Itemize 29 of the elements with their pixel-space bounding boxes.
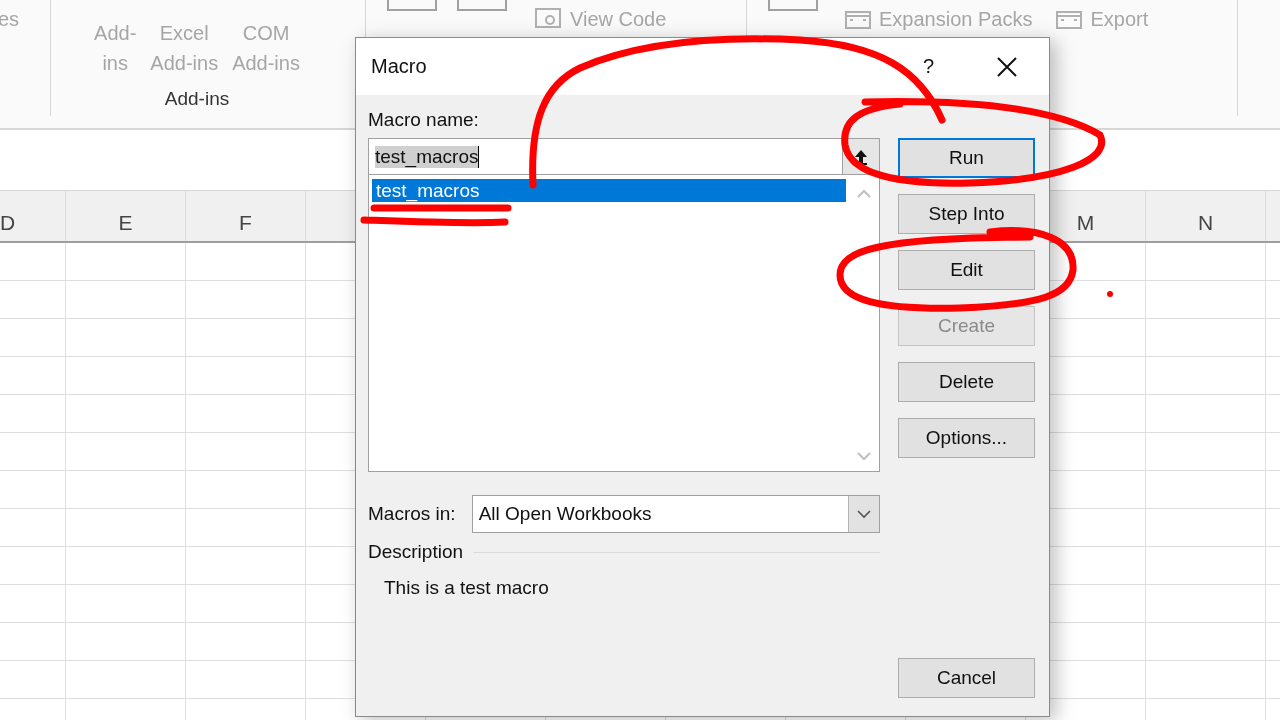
column-header[interactable]: N xyxy=(1197,211,1214,235)
column-header[interactable]: D xyxy=(0,211,16,235)
field-label: Macro name: xyxy=(368,108,480,132)
dialog-button[interactable]: Edit xyxy=(898,250,1035,290)
dialog-button[interactable]: Step Into xyxy=(898,194,1035,234)
scroll-up-icon[interactable] xyxy=(856,189,872,199)
dialog-button[interactable]: Options... xyxy=(898,418,1035,458)
column-header[interactable]: E xyxy=(118,211,133,235)
description-text: This is a test macro xyxy=(384,577,550,599)
field-label: Macros in: xyxy=(368,503,456,525)
column-header[interactable]: F xyxy=(239,211,252,235)
help-button[interactable]: ? xyxy=(922,55,934,78)
window-title: Macro xyxy=(371,55,428,78)
group-label: Add-ins xyxy=(164,88,230,110)
close-icon[interactable] xyxy=(996,55,1018,78)
list-item[interactable]: test_macros xyxy=(372,179,846,202)
chevron-down-icon xyxy=(856,509,872,519)
workbook-dropdown[interactable]: All Open Workbooks xyxy=(471,495,880,533)
window-icon xyxy=(534,7,564,31)
dialog-button[interactable]: Delete xyxy=(898,362,1035,402)
ribbon-tool-icon[interactable] xyxy=(765,0,821,12)
ribbon-tool-icon[interactable] xyxy=(384,0,440,12)
ribbon-tool-icon[interactable] xyxy=(454,0,510,12)
scroll-down-icon[interactable] xyxy=(856,451,872,461)
section-heading: Description xyxy=(368,541,464,563)
cancel-button[interactable]: Cancel xyxy=(898,658,1035,698)
macro-name-field[interactable]: test_macros xyxy=(368,138,842,175)
dialog-button[interactable]: Run xyxy=(898,138,1035,178)
column-header[interactable]: M xyxy=(1076,211,1095,235)
